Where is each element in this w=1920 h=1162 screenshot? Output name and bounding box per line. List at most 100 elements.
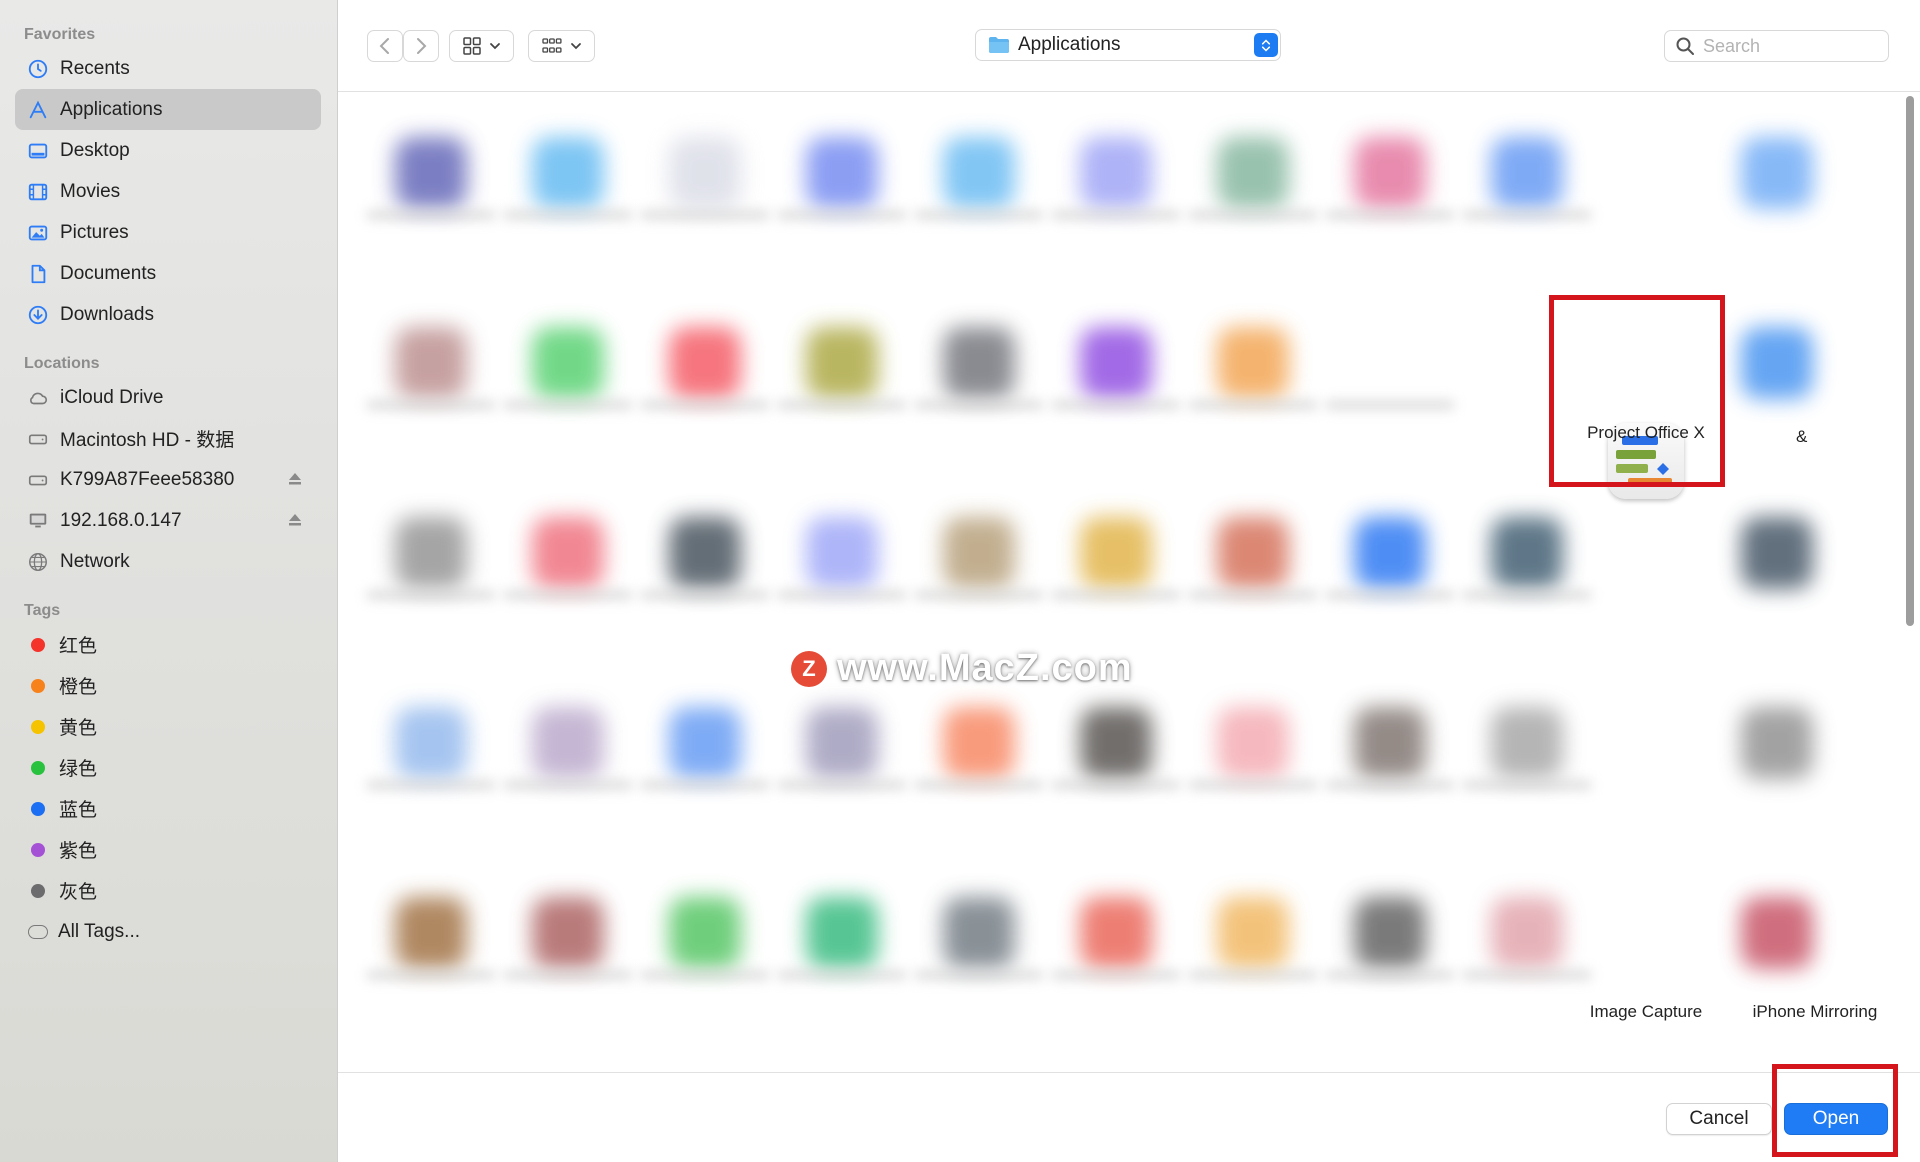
sidebar-item-recents[interactable]: Recents	[15, 48, 321, 89]
group-by-button[interactable]	[528, 30, 595, 62]
app-item[interactable]	[630, 92, 780, 242]
file-browser: Applications Project Office X & Image Ca…	[338, 0, 1920, 1162]
globe-icon	[26, 550, 50, 574]
app-item[interactable]	[1178, 472, 1328, 622]
cancel-button[interactable]: Cancel	[1666, 1103, 1772, 1135]
app-item[interactable]	[630, 472, 780, 622]
app-item[interactable]	[1315, 472, 1465, 622]
app-item[interactable]	[356, 472, 506, 622]
app-item[interactable]	[1315, 662, 1465, 812]
sidebar-tag-gray[interactable]: 灰色	[15, 870, 321, 911]
app-icon	[395, 707, 467, 779]
app-caption	[503, 590, 633, 600]
app-caption	[777, 400, 907, 410]
app-item[interactable]	[1041, 92, 1191, 242]
eject-icon[interactable]	[287, 471, 303, 487]
sidebar-tag-yellow[interactable]: 黄色	[15, 706, 321, 747]
app-icon	[669, 707, 741, 779]
app-item[interactable]	[767, 92, 917, 242]
app-item[interactable]	[493, 282, 643, 432]
sidebar-item-all-tags[interactable]: All Tags...	[15, 911, 321, 952]
app-caption	[503, 780, 633, 790]
eject-icon[interactable]	[287, 512, 303, 528]
app-item[interactable]	[356, 282, 506, 432]
sidebar-tag-blue[interactable]: 蓝色	[15, 788, 321, 829]
vertical-scrollbar[interactable]	[1906, 96, 1914, 626]
app-icon	[395, 137, 467, 209]
app-caption	[366, 970, 496, 980]
view-mode-button[interactable]	[449, 30, 514, 62]
app-item[interactable]	[1041, 852, 1191, 1002]
app-icon	[532, 897, 604, 969]
sidebar-item-label: 黄色	[59, 718, 98, 739]
app-item[interactable]	[493, 472, 643, 622]
app-item[interactable]	[1702, 662, 1852, 812]
app-item[interactable]	[493, 92, 643, 242]
app-item[interactable]	[767, 852, 917, 1002]
app-item[interactable]	[1702, 852, 1852, 1002]
app-icon	[532, 707, 604, 779]
app-item[interactable]	[356, 92, 506, 242]
app-item[interactable]	[767, 472, 917, 622]
app-item[interactable]	[1315, 852, 1465, 1002]
app-item[interactable]	[630, 282, 780, 432]
app-icon	[943, 137, 1015, 209]
app-item[interactable]	[904, 852, 1054, 1002]
app-caption	[640, 590, 770, 600]
highlight-box-open	[1772, 1064, 1898, 1157]
app-item[interactable]	[1315, 282, 1465, 432]
app-item[interactable]	[904, 282, 1054, 432]
sidebar-tag-orange[interactable]: 橙色	[15, 665, 321, 706]
app-item[interactable]	[1178, 662, 1328, 812]
app-item[interactable]	[493, 662, 643, 812]
app-icon	[1080, 707, 1152, 779]
search-input[interactable]	[1703, 35, 1873, 57]
app-item[interactable]	[1702, 472, 1852, 622]
app-item[interactable]	[904, 92, 1054, 242]
sidebar-item-icloud[interactable]: iCloud Drive	[15, 377, 321, 418]
sidebar-item-desktop[interactable]: Desktop	[15, 130, 321, 171]
app-item[interactable]	[1041, 472, 1191, 622]
app-caption	[777, 780, 907, 790]
app-item[interactable]	[1178, 92, 1328, 242]
sidebar-item-documents[interactable]: Documents	[15, 253, 321, 294]
app-item[interactable]	[1452, 472, 1602, 622]
sidebar-item-macintosh-hd[interactable]: Macintosh HD - 数据	[15, 418, 321, 459]
sidebar-item-applications[interactable]: Applications	[15, 89, 321, 130]
chevron-down-icon	[489, 43, 500, 50]
location-popup[interactable]: Applications	[975, 29, 1281, 61]
app-icon	[1491, 897, 1563, 969]
app-label-iphone-mirroring: iPhone Mirroring	[1752, 1002, 1878, 1021]
sidebar-item-movies[interactable]: Movies	[15, 171, 321, 212]
app-item[interactable]	[1315, 92, 1465, 242]
app-item[interactable]	[1452, 92, 1602, 242]
app-icon	[532, 327, 604, 399]
app-item[interactable]	[1178, 282, 1328, 432]
app-item[interactable]	[1452, 662, 1602, 812]
app-item[interactable]	[356, 852, 506, 1002]
app-item[interactable]	[1041, 282, 1191, 432]
sidebar-item-network-server[interactable]: 192.168.0.147	[15, 500, 321, 541]
sidebar-item-external-drive[interactable]: K799A87Feee58380	[15, 459, 321, 500]
app-item[interactable]	[630, 852, 780, 1002]
app-icon	[1741, 897, 1813, 969]
app-item[interactable]	[1452, 852, 1602, 1002]
sidebar-tag-red[interactable]: 红色	[15, 624, 321, 665]
sidebar-item-label: Pictures	[60, 221, 129, 243]
back-button[interactable]	[367, 30, 403, 62]
app-item[interactable]	[1178, 852, 1328, 1002]
app-item[interactable]	[904, 472, 1054, 622]
sidebar-tag-green[interactable]: 绿色	[15, 747, 321, 788]
app-item[interactable]	[356, 662, 506, 812]
app-item[interactable]	[630, 662, 780, 812]
sidebar-tag-purple[interactable]: 紫色	[15, 829, 321, 870]
search-field[interactable]	[1664, 30, 1889, 62]
sidebar-item-downloads[interactable]: Downloads	[15, 294, 321, 335]
app-item[interactable]	[493, 852, 643, 1002]
sidebar-item-network[interactable]: Network	[15, 541, 321, 582]
forward-button[interactable]	[403, 30, 439, 62]
app-icon	[806, 137, 878, 209]
sidebar-item-pictures[interactable]: Pictures	[15, 212, 321, 253]
app-item[interactable]	[767, 282, 917, 432]
app-item[interactable]	[1702, 92, 1852, 242]
